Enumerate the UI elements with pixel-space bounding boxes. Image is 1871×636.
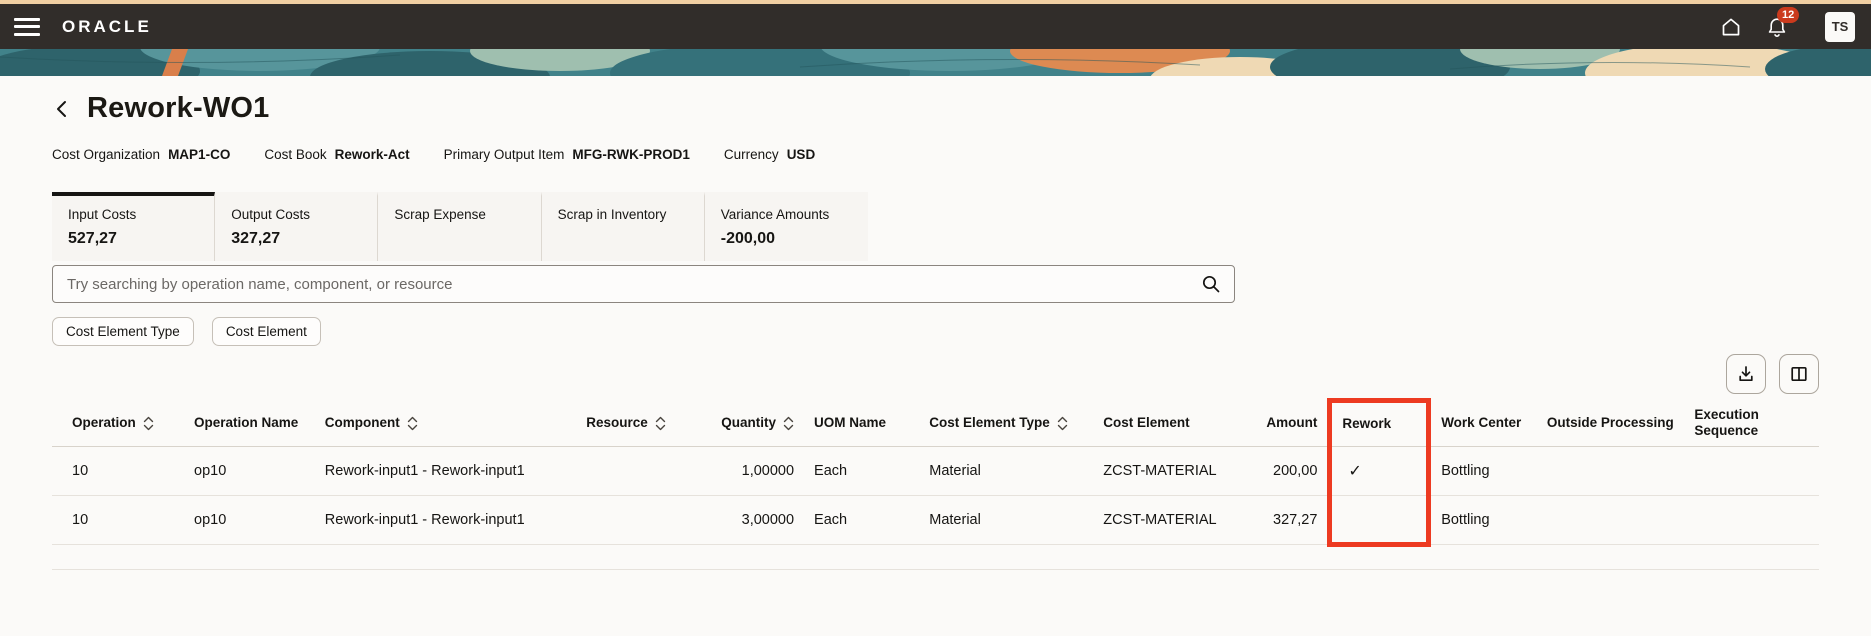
cell-cost-element-type: Material <box>919 495 1094 546</box>
avatar[interactable]: TS <box>1825 11 1855 42</box>
table-row[interactable]: 10 op10 Rework-input1 - Rework-input1 3,… <box>52 495 1819 548</box>
cell-component: Rework-input1 - Rework-input1 <box>314 495 538 546</box>
cell-uom-name: Each <box>804 446 920 497</box>
download-icon <box>1739 366 1753 382</box>
cell-execution-sequence <box>1684 446 1819 497</box>
cell-outside-processing <box>1536 446 1685 497</box>
cell-outside-processing <box>1536 495 1685 546</box>
search-bar <box>52 265 1235 303</box>
cell-operation: 10 <box>52 446 185 497</box>
sort-icon <box>1057 416 1067 431</box>
cell-operation: 10 <box>52 495 185 546</box>
cell-cost-element: ZCST-MATERIAL <box>1093 495 1232 546</box>
col-header-amount: Amount <box>1231 400 1330 448</box>
col-header-operation-name[interactable]: Operation Name <box>184 400 315 448</box>
home-icon[interactable] <box>1715 11 1747 43</box>
back-chevron-icon <box>57 100 66 117</box>
col-header-outside-processing: Outside Processing <box>1536 400 1685 448</box>
col-header-rework: Rework <box>1327 397 1432 448</box>
cell-cost-element-type: Material <box>919 446 1094 497</box>
cell-amount: 327,27 <box>1231 495 1330 546</box>
sort-icon <box>783 416 794 431</box>
filter-chip-cost-element[interactable]: Cost Element <box>211 317 321 346</box>
context-cost-organization: Cost Organization MAP1-CO <box>52 147 231 162</box>
back-button[interactable] <box>52 97 72 121</box>
cell-uom-name: Each <box>804 495 920 546</box>
col-header-execution-sequence: Execution Sequence <box>1684 400 1819 448</box>
header-actions: 12 TS <box>1715 6 1855 43</box>
cell-rework-checkmark: ✓ <box>1327 446 1432 497</box>
cost-summary-tabs: Input Costs 527,27 Output Costs 327,27 S… <box>52 192 868 261</box>
decorative-banner <box>0 49 1871 76</box>
global-header: ORACLE 12 TS <box>0 4 1871 49</box>
cell-component: Rework-input1 - Rework-input1 <box>314 446 538 497</box>
col-header-cost-element-type[interactable]: Cost Element Type <box>919 400 1094 448</box>
sort-icon <box>655 416 665 431</box>
banner-art <box>0 49 1871 76</box>
col-header-component[interactable]: Component <box>314 400 538 448</box>
context-currency: Currency USD <box>723 147 816 162</box>
cell-cost-element: ZCST-MATERIAL <box>1093 446 1232 497</box>
col-header-work-center: Work Center <box>1428 400 1537 448</box>
notification-badge: 12 <box>1777 6 1800 23</box>
notifications-bell-icon[interactable]: 12 <box>1761 6 1800 43</box>
col-header-quantity[interactable]: Quantity <box>675 400 805 448</box>
input-costs-table: Operation Operation Name Component Resou… <box>52 397 1819 548</box>
columns-icon <box>1791 366 1807 382</box>
cell-operation-name: op10 <box>184 446 315 497</box>
context-cost-book: Cost Book Rework-Act <box>264 147 410 162</box>
filter-chips: Cost Element Type Cost Element <box>52 317 1819 346</box>
tab-variance-amounts[interactable]: Variance Amounts -200,00 <box>704 192 868 261</box>
page-title: Rework-WO1 <box>87 92 270 124</box>
page-content: Rework-WO1 Cost Organization MAP1-CO Cost… <box>0 92 1871 571</box>
cell-operation-name: op10 <box>184 495 315 546</box>
context-primary-output-item: Primary Output Item MFG-RWK-PROD1 <box>443 147 690 162</box>
table-header-row: Operation Operation Name Component Resou… <box>52 397 1819 448</box>
filter-chip-cost-element-type[interactable]: Cost Element Type <box>52 317 194 346</box>
tab-input-costs[interactable]: Input Costs 527,27 <box>52 192 216 261</box>
sort-icon <box>407 416 417 431</box>
cell-rework-checkmark <box>1327 495 1432 548</box>
title-row: Rework-WO1 <box>52 92 1819 125</box>
col-header-operation[interactable]: Operation <box>52 400 185 448</box>
table-toolbar <box>52 354 1819 394</box>
tab-scrap-in-inventory[interactable]: Scrap in Inventory <box>541 192 705 261</box>
tab-output-costs[interactable]: Output Costs 327,27 <box>215 192 379 261</box>
col-header-resource[interactable]: Resource <box>537 400 676 448</box>
cell-quantity: 1,00000 <box>675 446 805 497</box>
cell-work-center: Bottling <box>1428 495 1537 546</box>
download-button[interactable] <box>1726 354 1766 394</box>
cell-resource <box>537 495 676 546</box>
manage-columns-button[interactable] <box>1779 354 1819 394</box>
menu-icon[interactable] <box>14 17 40 37</box>
context-info: Cost Organization MAP1-CO Cost Book Rework… <box>52 147 1819 162</box>
cell-amount: 200,00 <box>1231 446 1330 497</box>
col-header-uom-name: UOM Name <box>804 400 920 448</box>
oracle-logo: ORACLE <box>62 16 152 36</box>
sort-icon <box>143 416 153 431</box>
cell-execution-sequence <box>1684 495 1819 546</box>
cell-resource <box>537 446 676 497</box>
tab-scrap-expense[interactable]: Scrap Expense <box>378 192 542 261</box>
search-input[interactable] <box>52 265 1235 303</box>
col-header-cost-element: Cost Element <box>1093 400 1232 448</box>
table-row[interactable]: 10 op10 Rework-input1 - Rework-input1 1,… <box>52 446 1819 497</box>
cell-quantity: 3,00000 <box>675 495 805 546</box>
cell-work-center: Bottling <box>1428 446 1537 497</box>
table-bottom-line <box>52 547 1819 571</box>
